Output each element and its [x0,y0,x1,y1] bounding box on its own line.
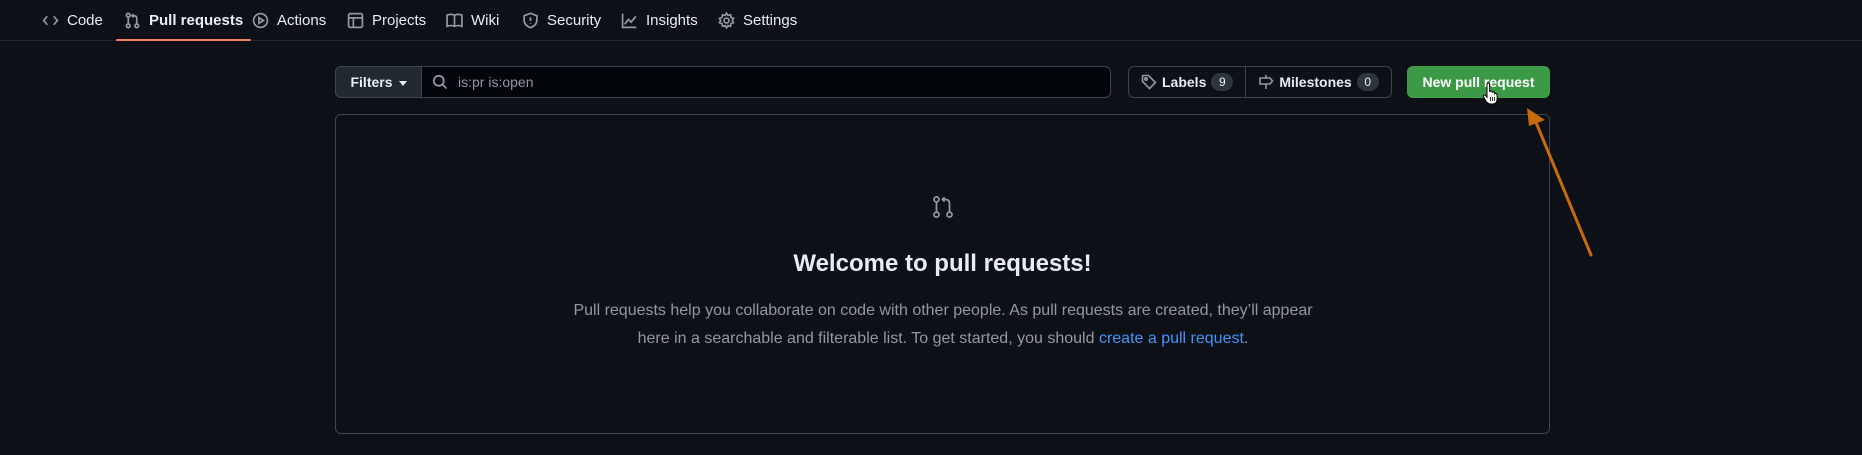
annotation-arrow-icon [1527,108,1593,257]
